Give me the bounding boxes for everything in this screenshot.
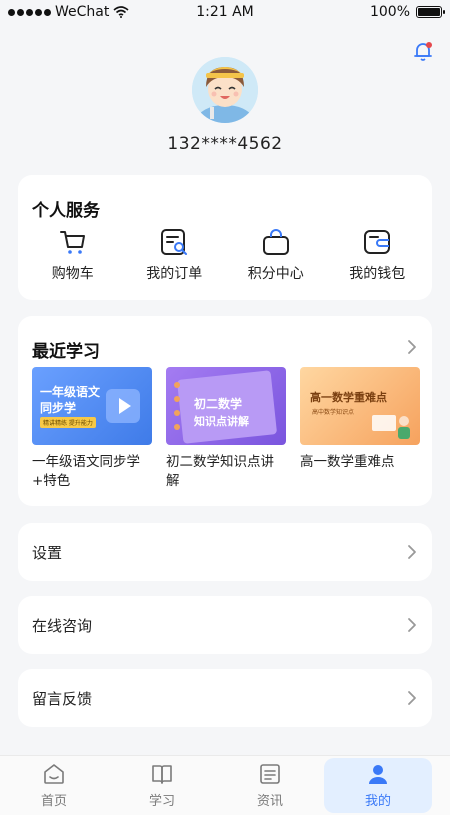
feedback-label: 留言反馈 [32,690,93,708]
course-item[interactable]: 一年级语文 同步学 精讲精练 提升能力 一年级语文同步学+特色 [32,367,152,491]
tab-news[interactable]: 资讯 [216,756,324,815]
student-illustration-icon [372,415,410,439]
course-thumbnail: 一年级语文 同步学 精讲精练 提升能力 [32,367,152,445]
thumb-text: 同步学 [40,401,77,415]
recent-learning-card: 最近学习 一年级语文 同步学 精讲精练 提升能力 一年级语文同步学+特色 初二数… [18,316,432,506]
order-search-icon [161,229,188,255]
thumb-text: 知识点讲解 [194,415,249,428]
wallet-icon [364,230,391,254]
thumb-text: 初二数学 [194,397,243,411]
recent-title: 最近学习 [32,342,100,362]
service-cart[interactable]: 购物车 [28,227,118,283]
book-icon [152,765,172,784]
spiral-binding-icon [174,382,180,430]
chevron-right-icon [408,618,416,632]
tab-label: 首页 [40,794,67,809]
avatar-illustration [192,57,258,123]
service-label: 购物车 [51,266,94,282]
recent-list: 一年级语文 同步学 精讲精练 提升能力 一年级语文同步学+特色 初二数学 知识点… [32,367,420,491]
bag-icon [262,229,289,255]
chevron-right-icon [408,691,416,705]
home-icon [44,764,64,784]
course-title: 一年级语文同步学+特色 [32,454,140,489]
wifi-icon [113,6,129,18]
service-label: 积分中心 [247,266,304,282]
notification-bell-icon[interactable] [412,40,434,62]
course-title: 初二数学知识点讲解 [166,454,274,489]
course-title: 高一数学重难点 [300,454,395,470]
battery-icon [416,6,445,18]
course-item[interactable]: 初二数学 知识点讲解 初二数学知识点讲解 [166,367,286,491]
phone-number: 132****4562 [167,134,283,154]
user-icon [369,765,387,784]
thumb-subtext: 精讲精练 提升能力 [40,417,96,428]
play-icon [106,389,140,423]
settings-row[interactable]: 设置 [18,523,432,581]
settings-label: 设置 [32,544,63,562]
course-item[interactable]: 高一数学重难点 高中数学知识点 高一数学重难点 [300,367,420,491]
online-consult-row[interactable]: 在线咨询 [18,596,432,654]
tab-study[interactable]: 学习 [108,756,216,815]
carrier-label: WeChat [55,4,110,20]
cart-icon [59,231,85,254]
thumb-subtext: 高中数学知识点 [312,409,355,416]
thumb-text: 高一数学重难点 [310,391,387,404]
chevron-right-icon[interactable] [406,339,418,355]
services-card: 个人服务 购物车 我的订单 积分中心 我的钱包 [18,175,432,300]
tab-label: 资讯 [256,794,283,809]
consult-label: 在线咨询 [32,617,93,635]
signal-icon [8,8,51,16]
status-left: WeChat [8,4,129,20]
tab-label: 学习 [148,794,175,809]
service-orders[interactable]: 我的订单 [129,227,219,283]
tab-label: 我的 [364,794,391,809]
feedback-row[interactable]: 留言反馈 [18,669,432,727]
news-icon [260,764,280,784]
service-label: 我的订单 [146,266,203,282]
service-label: 我的钱包 [349,266,406,282]
service-wallet[interactable]: 我的钱包 [332,227,422,283]
service-points[interactable]: 积分中心 [231,227,321,283]
services-row: 购物车 我的订单 积分中心 我的钱包 [18,227,432,283]
thumb-text: 一年级语文 [40,385,101,399]
status-right: 100% [369,4,445,20]
chevron-right-icon [408,545,416,559]
course-thumbnail: 高一数学重难点 高中数学知识点 [300,367,420,445]
battery-percent: 100% [369,4,410,20]
status-bar: WeChat 1:21 AM 100% [0,0,450,24]
avatar[interactable] [192,57,258,123]
tab-bar: 首页 学习 资讯 我的 [0,755,450,815]
tab-mine[interactable]: 我的 [324,758,432,813]
course-thumbnail: 初二数学 知识点讲解 [166,367,286,445]
tab-home[interactable]: 首页 [0,756,108,815]
services-title: 个人服务 [32,201,100,221]
